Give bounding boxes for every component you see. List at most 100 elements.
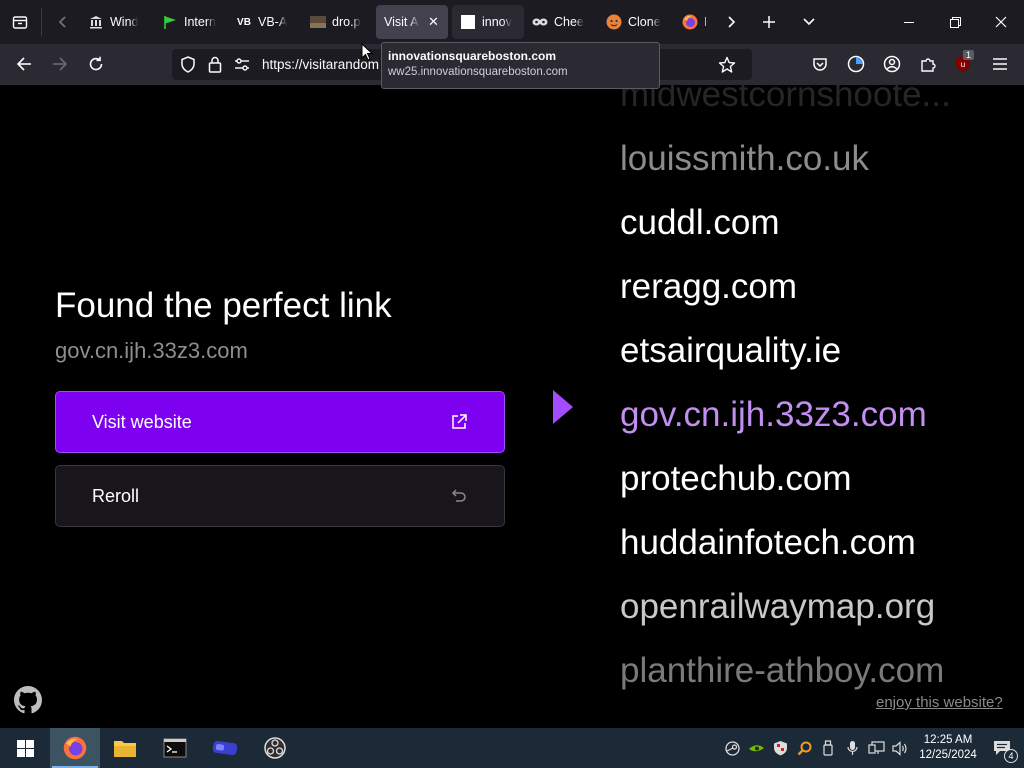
extension-button-a[interactable] [840, 48, 872, 80]
chevron-down-icon [803, 18, 815, 26]
page-permissions-icon[interactable] [234, 58, 250, 72]
ublock-button[interactable]: u 1 [947, 48, 979, 80]
forward-button[interactable] [44, 48, 76, 80]
tab-label: Chee [554, 15, 584, 29]
tab-label: Visit A [384, 15, 419, 29]
account-button[interactable] [876, 48, 908, 80]
network-monitor-icon [867, 740, 885, 754]
usb-tray-icon[interactable] [816, 728, 840, 768]
link-item: protechub.com [620, 459, 852, 498]
shield-check-icon [773, 741, 787, 756]
reroll-button[interactable]: Reroll [55, 465, 505, 527]
selection-pointer-icon [553, 390, 573, 424]
chevron-right-icon [728, 16, 736, 28]
volume-tray-icon[interactable] [888, 728, 912, 768]
pocket-icon [813, 58, 827, 71]
tab-strip: Wind Intern VB VB-A dro.p Visit A ✕ inno… [0, 0, 1024, 44]
steam-icon [724, 740, 740, 756]
terminal-icon [163, 738, 187, 758]
clock-date: 12/25/2024 [919, 749, 977, 761]
taskbar-obs[interactable] [250, 728, 300, 768]
hamburger-menu-icon [993, 58, 1007, 70]
tab-label: VB-A [258, 15, 288, 29]
shield-icon[interactable] [180, 56, 196, 73]
blank-page-icon [460, 14, 476, 30]
tooltip-title: innovationsquareboston.com [388, 49, 557, 63]
minimize-button[interactable] [886, 0, 932, 44]
svg-text:u: u [961, 60, 965, 69]
tab-chee[interactable]: Chee [524, 5, 598, 39]
tab-vb[interactable]: VB VB-A [228, 5, 302, 39]
security-tray-icon[interactable] [768, 728, 792, 768]
account-icon [883, 55, 901, 73]
taskbar-vr-app[interactable] [200, 728, 250, 768]
arrow-left-icon [16, 57, 31, 71]
steam-tray-icon[interactable] [720, 728, 744, 768]
scroll-tabs-left-button[interactable] [46, 5, 80, 39]
tab-innov[interactable]: innov [452, 5, 524, 39]
extension-badge: 1 [963, 50, 975, 60]
lock-icon[interactable] [208, 56, 222, 73]
reload-icon [89, 56, 103, 71]
reroll-label: Reroll [92, 485, 140, 506]
taskbar-file-explorer[interactable] [100, 728, 150, 768]
bookmark-star-icon[interactable] [718, 56, 736, 74]
taskbar-firefox[interactable] [50, 728, 100, 768]
github-icon[interactable] [14, 686, 42, 714]
notification-count-badge: 4 [1004, 749, 1018, 763]
tab-visit-a[interactable]: Visit A ✕ [376, 5, 448, 39]
firefox-view-icon [12, 16, 28, 29]
new-tab-button[interactable] [752, 5, 786, 39]
arrow-right-icon [53, 57, 68, 71]
app-menu-button[interactable] [984, 48, 1016, 80]
search-tray-icon[interactable] [792, 728, 816, 768]
speaker-icon [891, 740, 907, 756]
tab-new-firefox[interactable]: Ne [674, 5, 714, 39]
circle-gauge-icon [847, 55, 865, 73]
tab-intern[interactable]: Intern [154, 5, 228, 39]
extensions-button[interactable] [912, 48, 944, 80]
link-item: cuddl.com [620, 203, 780, 242]
tab-wind[interactable]: Wind [80, 5, 154, 39]
link-item: midwestcornshoote... [620, 85, 951, 114]
tab-clone[interactable]: Clone [598, 5, 674, 39]
taskbar-terminal[interactable] [150, 728, 200, 768]
chevron-left-icon [58, 16, 66, 28]
visit-website-label: Visit website [92, 411, 192, 432]
back-button[interactable] [8, 48, 40, 80]
page-heading: Found the perfect link [55, 286, 392, 325]
microphone-tray-icon[interactable] [840, 728, 864, 768]
tab-label: dro.p [332, 15, 361, 29]
link-item: louissmith.co.uk [620, 139, 869, 178]
start-button[interactable] [0, 728, 50, 768]
vb-logo-icon: VB [237, 16, 251, 28]
system-tray: 12:25 AM 12/25/2024 4 [720, 728, 1024, 768]
visit-website-button[interactable]: Visit website [55, 391, 505, 453]
nvidia-tray-icon[interactable] [744, 728, 768, 768]
restore-button[interactable] [932, 0, 978, 44]
firefox-icon [63, 736, 87, 760]
close-window-button[interactable] [978, 0, 1024, 44]
close-tab-icon[interactable]: ✕ [428, 14, 439, 30]
tab-label: Intern [184, 15, 216, 29]
tab-list: Wind Intern VB VB-A dro.p Visit A ✕ inno… [80, 0, 714, 44]
selected-link-item: gov.cn.ijh.33z3.com [620, 395, 927, 434]
scroll-tabs-right-button[interactable] [714, 5, 748, 39]
magnifier-icon [797, 741, 811, 755]
action-center-button[interactable]: 4 [980, 728, 1024, 768]
network-tray-icon[interactable] [864, 728, 888, 768]
windows-taskbar: 12:25 AM 12/25/2024 4 [0, 728, 1024, 768]
plus-icon [763, 16, 775, 28]
enjoy-website-link[interactable]: enjoy this website? [876, 694, 1003, 711]
tab-label: Clone [628, 15, 661, 29]
firefox-view-button[interactable] [3, 5, 37, 39]
list-all-tabs-button[interactable] [792, 5, 826, 39]
puzzle-piece-icon [920, 57, 936, 72]
pocket-button[interactable] [804, 48, 836, 80]
reload-button[interactable] [80, 48, 112, 80]
windows-logo-icon [16, 739, 34, 757]
link-item: reragg.com [620, 267, 798, 306]
tab-dro[interactable]: dro.p [302, 5, 376, 39]
taskbar-clock[interactable]: 12:25 AM 12/25/2024 [916, 733, 980, 763]
link-item: openrailwaymap.org [620, 587, 936, 626]
